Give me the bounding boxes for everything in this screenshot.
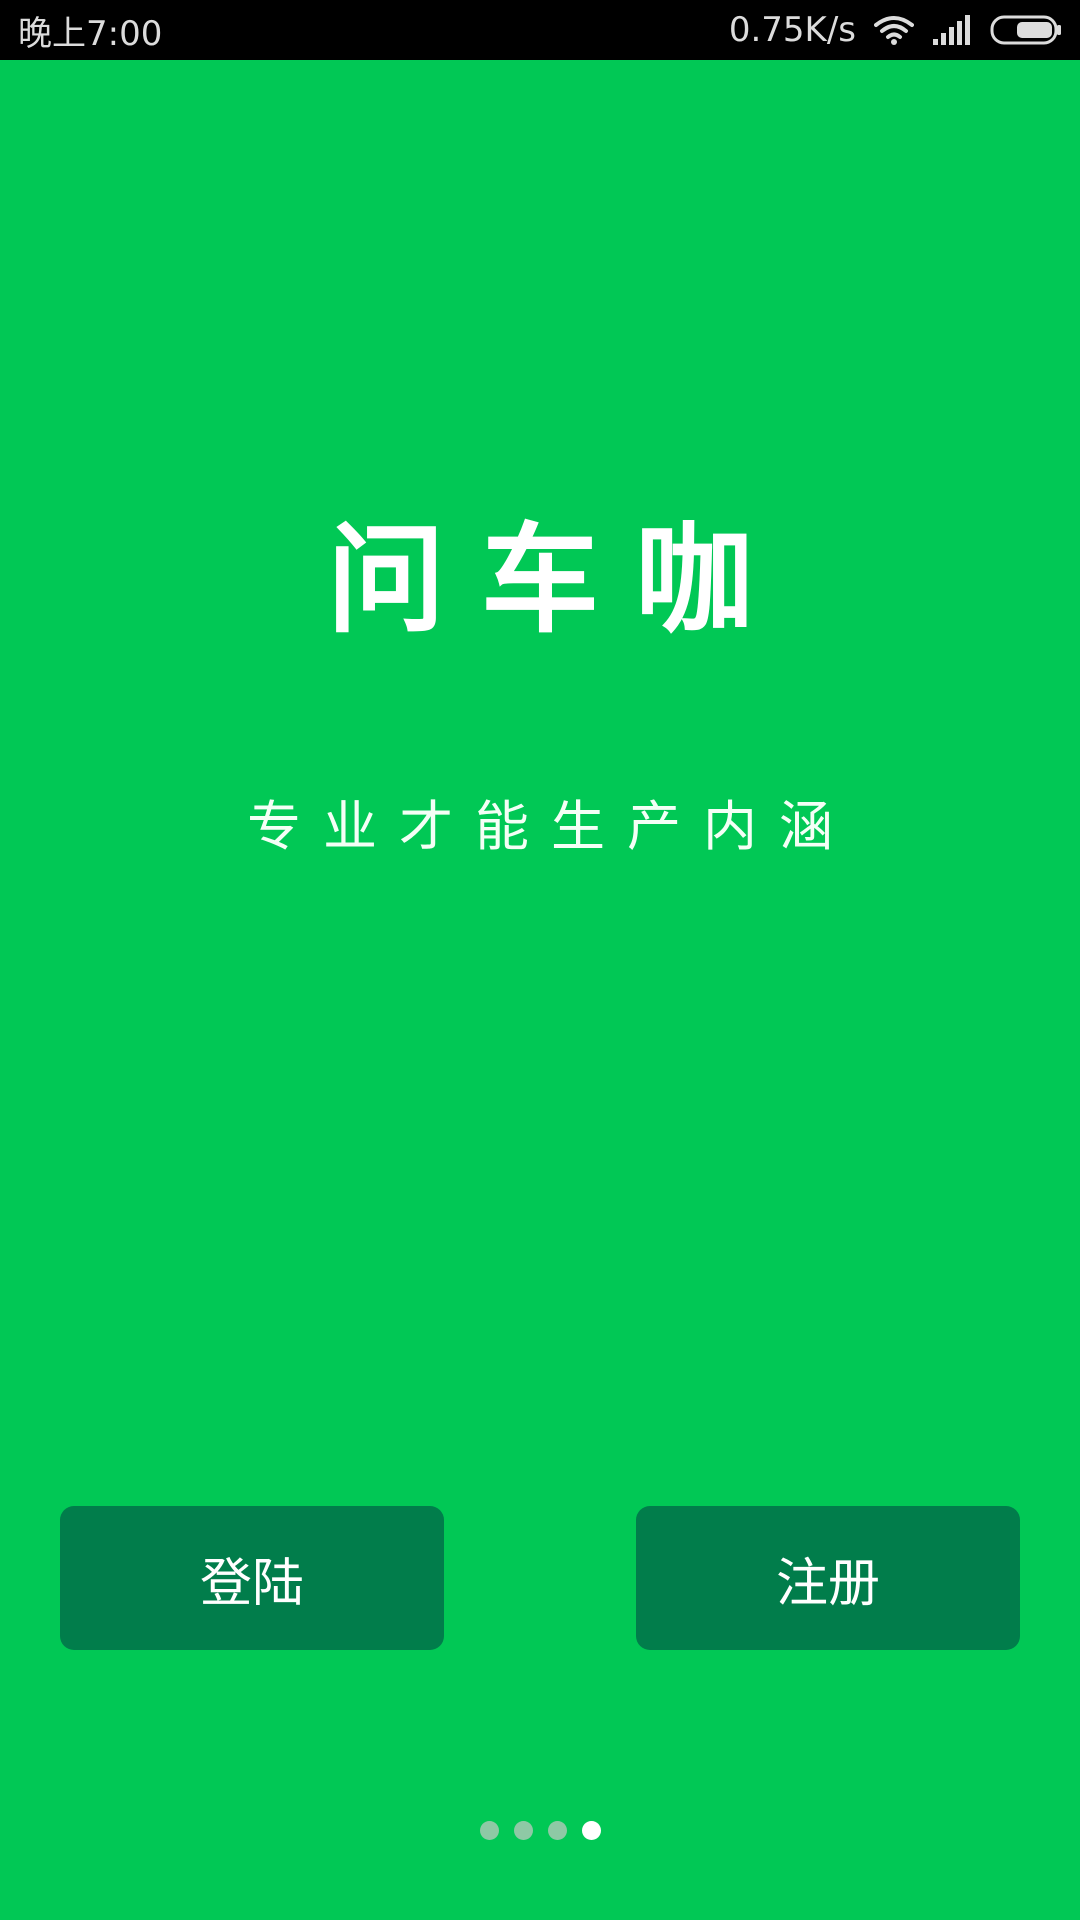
page-dot: [513, 1821, 533, 1840]
cellular-signal-icon: [932, 15, 972, 45]
app-title: 问车咖: [326, 511, 789, 649]
wifi-icon: [874, 14, 914, 46]
page-dot: [547, 1821, 567, 1840]
login-button[interactable]: 登陆: [60, 1506, 444, 1650]
app-slogan: 专业才能生产内涵: [247, 795, 855, 858]
status-indicators: 0.75K/s: [729, 10, 1062, 50]
status-bar: 晚上7:00 0.75K/s: [0, 0, 1080, 60]
splash-screen: 晚上7:00 0.75K/s 问车咖 专业才能生产内涵 登陆 注册: [0, 0, 1080, 1920]
battery-icon: [990, 15, 1062, 45]
status-time: 晚上7:00: [18, 13, 163, 54]
page-dot: [479, 1821, 499, 1840]
register-button[interactable]: 注册: [636, 1506, 1020, 1650]
page-dot-active: [581, 1821, 601, 1840]
page-indicator: [0, 1821, 1080, 1840]
network-speed: 0.75K/s: [728, 10, 856, 50]
